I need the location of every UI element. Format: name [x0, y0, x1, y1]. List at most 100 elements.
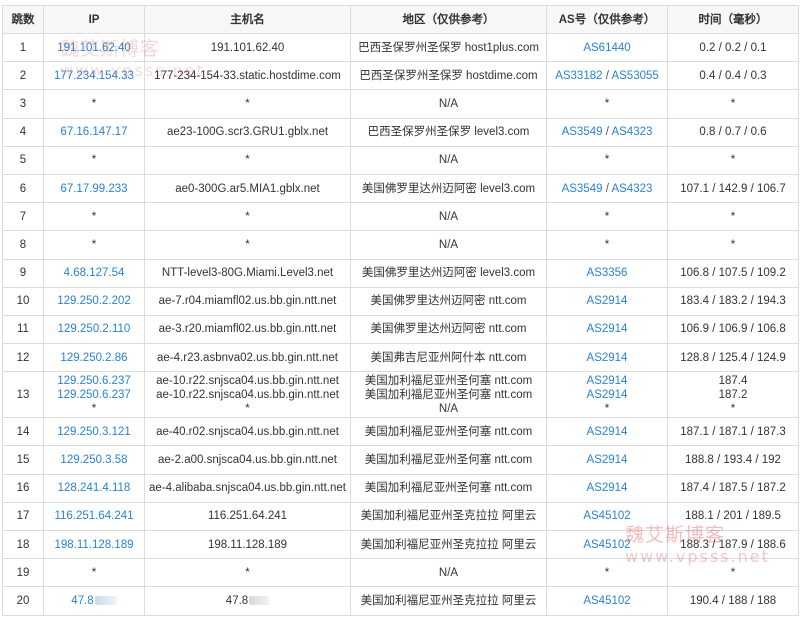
ip-cell[interactable]: 191.101.62.40 [43, 32, 145, 63]
ip-link[interactable]: 67.17.99.233 [60, 183, 127, 195]
asn-link[interactable]: AS4323 [611, 126, 652, 138]
hostname: ae-2.a00.snjsca04.us.bb.gin.ntt.net [157, 454, 337, 467]
host-cell: ae0-300G.ar5.MIA1.gblx.net [144, 173, 351, 204]
asn-link[interactable]: AS61440 [583, 42, 630, 54]
col-header-host: 主机名 [144, 5, 351, 34]
ip-cell[interactable]: 198.11.128.189 [43, 529, 145, 560]
ip-link[interactable]: 67.16.147.17 [60, 126, 127, 138]
region-cell: 巴西圣保罗州圣保罗 hostdime.com [350, 61, 547, 91]
host-cell: * [144, 558, 351, 588]
asn-cell: AS3549 / AS4323 [546, 117, 668, 147]
asn-link[interactable]: AS2914 [587, 426, 628, 438]
ip-empty: * [91, 210, 97, 223]
asn-link[interactable]: AS45102 [583, 510, 630, 522]
ip-link[interactable]: 128.241.4.118 [58, 482, 131, 494]
ip-line[interactable]: 129.250.6.237 [47, 388, 141, 402]
asn-link[interactable]: AS45102 [583, 539, 630, 551]
col-header-hop: 跳数 [2, 5, 44, 34]
asn-link[interactable]: AS2914 [587, 352, 628, 364]
asn-cell: AS2914 AS2914 * [546, 371, 668, 419]
asn-link[interactable]: AS2914 [587, 323, 628, 335]
ip-link[interactable]: 198.11.128.189 [54, 539, 133, 551]
ip-cell[interactable]: 129.250.2.110 [43, 314, 145, 345]
asn-link[interactable]: AS3549 [562, 126, 603, 138]
asn-link[interactable]: AS3356 [587, 267, 628, 279]
time-cell: 0.8 / 0.7 / 0.6 [667, 117, 799, 147]
table-row: 20 47.8 47.8 美国加利福尼亚州圣克拉拉 阿里云 AS45102 190.4 /… [2, 586, 799, 616]
asn-link[interactable]: AS45102 [583, 595, 630, 607]
asn-cell: * [546, 202, 668, 232]
table-row: 8 * * N/A * * [2, 230, 799, 260]
region-cell: N/A [350, 89, 547, 119]
asn-link[interactable]: AS2914 [587, 482, 628, 494]
hop-number: 15 [2, 445, 44, 475]
asn-cell: AS3356 [546, 258, 668, 288]
ip-link[interactable]: 47.8 [71, 595, 93, 607]
time-cell: 188.1 / 201 / 189.5 [667, 501, 799, 532]
time-cell: 190.4 / 188 / 188 [667, 586, 799, 616]
ip-cell[interactable]: 129.250.2.202 [43, 286, 145, 316]
col-header-asn: AS号（仅供参考） [546, 5, 668, 34]
region-line: N/A [438, 402, 459, 415]
hostname: * [245, 97, 250, 110]
time-cell: 187.4 187.2 * [667, 371, 799, 419]
ip-cell[interactable]: 129.250.2.86 [43, 343, 145, 373]
asn-line[interactable]: AS2914 [550, 374, 664, 388]
asn-cell: * [546, 558, 668, 588]
ip-link[interactable]: 191.101.62.40 [57, 42, 131, 54]
asn-cell: AS45102 [546, 586, 668, 616]
ip-cell[interactable]: 177.234.154.33 [43, 61, 145, 91]
asn-cell: AS3549 / AS4323 [546, 173, 668, 204]
asn-cell: * [546, 89, 668, 119]
region-cell: 美国佛罗里达州迈阿密 ntt.com [350, 314, 547, 345]
ip-cell[interactable]: 47.8 [43, 586, 145, 616]
hop-number: 16 [2, 473, 44, 503]
ip-link[interactable]: 116.251.64.241 [54, 510, 133, 522]
hop-number: 19 [2, 558, 44, 588]
hostname: 47.8 [225, 594, 249, 607]
host-cell: 116.251.64.241 [144, 501, 351, 532]
ip-cell[interactable]: 67.17.99.233 [43, 173, 145, 204]
asn-empty: * [604, 154, 610, 167]
hop-number: 9 [2, 258, 44, 288]
hostname: ae-40.r02.snjsca04.us.bb.gin.ntt.net [156, 425, 339, 438]
hostname: 116.251.64.241 [207, 510, 288, 523]
asn-line[interactable]: AS2914 [550, 388, 664, 402]
asn-link[interactable]: AS2914 [587, 295, 628, 307]
ip-empty: * [91, 154, 97, 167]
hostname: 177-234-154-33.static.hostdime.com [154, 69, 341, 82]
ip-cell[interactable]: 128.241.4.118 [43, 473, 145, 503]
asn-cell: AS2914 [546, 473, 668, 503]
ip-link[interactable]: 4.68.127.54 [64, 267, 125, 279]
asn-link[interactable]: AS4323 [611, 183, 652, 195]
ip-link[interactable]: 177.234.154.33 [54, 70, 134, 82]
table-row: 17 116.251.64.241 116.251.64.241 美国加利福尼亚州圣克… [2, 501, 799, 532]
hop-number: 3 [2, 89, 44, 119]
asn-cell: AS61440 [546, 32, 668, 63]
ip-cell[interactable]: 67.16.147.17 [43, 117, 145, 147]
region-cell: 美国加利福尼亚州圣克拉拉 阿里云 [350, 529, 547, 560]
asn-empty: * [604, 566, 610, 579]
ip-cell[interactable]: 4.68.127.54 [43, 258, 145, 288]
ip-line[interactable]: 129.250.6.237 [47, 374, 141, 388]
ip-link[interactable]: 129.250.2.86 [60, 352, 127, 364]
region-cell: 巴西圣保罗州圣保罗 level3.com [350, 117, 547, 147]
ip-cell[interactable]: 129.250.3.58 [43, 445, 145, 475]
asn-link[interactable]: AS3549 [562, 183, 603, 195]
asn-link[interactable]: AS33182 [555, 70, 602, 82]
asn-link[interactable]: AS2914 [587, 454, 628, 466]
region-cell: 美国加利福尼亚州圣何塞 ntt.com 美国加利福尼亚州圣何塞 ntt.com N/… [350, 371, 547, 419]
asn-cell: AS2914 [546, 286, 668, 316]
ip-cell[interactable]: 116.251.64.241 [43, 501, 145, 532]
host-cell: 198.11.128.189 [144, 529, 351, 560]
ip-link[interactable]: 129.250.2.110 [58, 323, 131, 335]
ip-link[interactable]: 129.250.3.58 [60, 454, 127, 466]
host-cell: * [144, 230, 351, 260]
redacted-mark [94, 596, 117, 606]
ip-cell[interactable]: 129.250.3.121 [43, 417, 145, 447]
ip-link[interactable]: 129.250.2.202 [57, 295, 131, 307]
region-cell: 美国加利福尼亚州圣何塞 ntt.com [350, 445, 547, 475]
ip-link[interactable]: 129.250.3.121 [57, 426, 131, 438]
time-cell: * [667, 89, 799, 119]
asn-link[interactable]: AS53055 [611, 70, 658, 82]
